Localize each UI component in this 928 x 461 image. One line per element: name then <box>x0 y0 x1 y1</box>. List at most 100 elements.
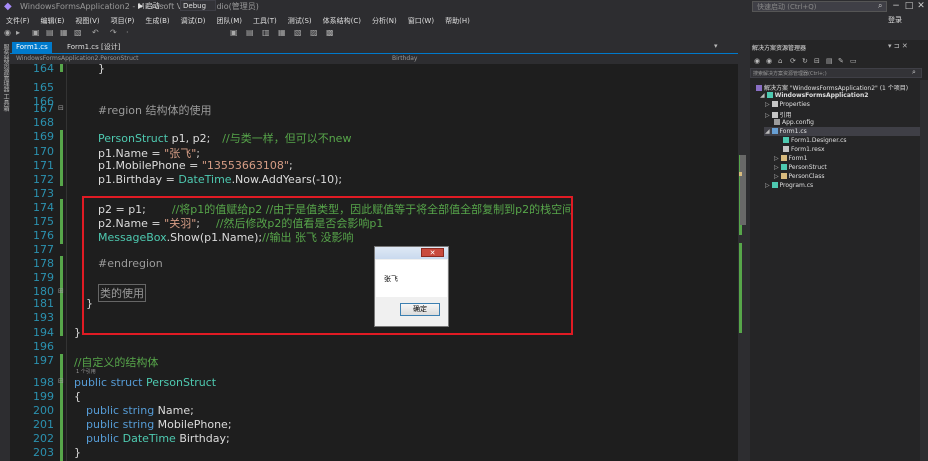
struct-icon <box>780 164 787 170</box>
menu-file[interactable]: 文件(F) <box>6 16 30 26</box>
show-all-files-icon[interactable]: ▤ <box>826 57 833 65</box>
tree-item-label: WindowsFormsApplication2 <box>774 92 869 99</box>
close-button[interactable]: ✕ <box>914 1 928 11</box>
fold-toggle-icon[interactable]: ⊟ <box>58 377 64 385</box>
code-line-172[interactable]: p1.Birthday = DateTime.Now.AddYears(-10)… <box>98 173 342 186</box>
toolbar-tool-icon[interactable]: ▣ <box>230 28 238 37</box>
solution-explorer-scrollbar[interactable] <box>920 80 928 461</box>
code-line-194[interactable]: } <box>74 326 81 339</box>
dialog-close-button[interactable]: ✕ <box>421 248 444 257</box>
toolbar-tool-icon[interactable]: ▦ <box>278 28 286 37</box>
search-icon[interactable]: ⌕ <box>912 68 916 77</box>
forward-icon[interactable]: ◉ <box>766 57 772 65</box>
tab-overflow-icon[interactable]: ▾ <box>714 42 718 50</box>
properties-icon[interactable]: ✎ <box>838 57 844 65</box>
toolbar-tool-icon[interactable]: ▧ <box>294 28 302 37</box>
dialog-ok-button[interactable]: 确定 <box>400 303 440 316</box>
code-token: .Now.AddYears(-10); <box>231 173 343 186</box>
toolbar-tool-icon[interactable]: ▤ <box>246 28 254 37</box>
sync-icon[interactable]: ⟳ <box>790 57 796 65</box>
code-line-201[interactable]: public string MobilePhone; <box>86 418 232 431</box>
code-line-171[interactable]: p1.MobilePhone = "13553663108"; <box>98 159 293 172</box>
properties-node[interactable]: ▷ Properties <box>765 101 810 108</box>
toolbar-tool-icon[interactable]: ▥ <box>262 28 270 37</box>
refresh-icon[interactable]: ↻ <box>802 57 808 65</box>
code-line-200[interactable]: public string Name; <box>86 404 194 417</box>
menu-project[interactable]: 项目(P) <box>111 16 135 26</box>
preview-icon[interactable]: ▭ <box>850 57 857 65</box>
line-number: 177 <box>33 243 54 256</box>
tab-form1-cs[interactable]: Form1.cs <box>12 42 52 53</box>
save-icon[interactable]: ▦ <box>60 28 68 37</box>
code-token: p1.MobilePhone = <box>98 159 202 172</box>
gutter-divider <box>66 64 67 461</box>
class-dropdown[interactable]: WindowsFormsApplication2.PersonStruct <box>16 55 139 62</box>
scrollbar-change-marker <box>739 243 742 333</box>
program-cs-node[interactable]: ▷ Program.cs <box>765 182 813 189</box>
form1-resx-node[interactable]: Form1.resx <box>783 146 825 153</box>
login-link[interactable]: 登录 <box>888 15 902 25</box>
form1-designer-node[interactable]: Form1.Designer.cs <box>783 137 847 144</box>
toolbar-tool-icon[interactable]: ▩ <box>326 28 334 37</box>
menu-team[interactable]: 团队(M) <box>216 16 242 26</box>
code-line-164[interactable]: } <box>98 62 105 75</box>
panel-pin-close-icon[interactable]: ▾ ⊐ ✕ <box>888 42 908 50</box>
menu-debug[interactable]: 调试(D) <box>181 16 206 26</box>
home-icon[interactable]: ⌂ <box>778 57 782 65</box>
personclass-node[interactable]: ▷ PersonClass <box>774 173 824 180</box>
line-number: 164 <box>33 62 54 75</box>
fold-toggle-icon[interactable]: ⊞ <box>58 287 64 295</box>
side-tool-strip-label[interactable]: 服务器资源管理器 工具箱 <box>1 44 10 112</box>
solution-explorer-search-input[interactable]: 搜索解决方案资源管理器(Ctrl+;) <box>750 68 922 78</box>
fold-toggle-icon[interactable]: ⊟ <box>58 104 64 112</box>
code-line-169[interactable]: PersonStruct p1, p2; //与类一样，但可以不new <box>98 130 351 146</box>
toolbar-tool-icon[interactable]: ▨ <box>310 28 318 37</box>
codelens-reference-count[interactable]: 1 个引用 <box>76 368 96 375</box>
open-icon[interactable]: ▤ <box>46 28 54 37</box>
code-line-199[interactable]: { <box>74 390 81 403</box>
menu-view[interactable]: 视图(V) <box>75 16 99 26</box>
menu-window[interactable]: 窗口(W) <box>408 16 434 26</box>
form1-cs-node[interactable]: ◢ Form1.cs <box>765 128 807 135</box>
class-icon <box>780 173 787 179</box>
collapse-all-icon[interactable]: ⊟ <box>814 57 820 65</box>
undo-icon[interactable]: ↶ <box>92 28 99 37</box>
minimize-button[interactable]: − <box>889 1 903 11</box>
form1-class-node[interactable]: ▷ Form1 <box>774 155 807 162</box>
personstruct-node[interactable]: ▷ PersonStruct <box>774 164 827 171</box>
solution-node[interactable]: 解决方案 "WindowsFormsApplication2" (1 个项目) <box>756 83 908 92</box>
line-number: 173 <box>33 187 54 200</box>
expand-arrow-icon[interactable]: ◢ <box>760 92 767 99</box>
scrollbar-thumb[interactable] <box>740 155 746 225</box>
csharp-file-icon <box>771 182 778 188</box>
back-icon[interactable]: ◉ <box>4 28 11 37</box>
member-dropdown[interactable]: Birthday <box>392 55 417 62</box>
references-node[interactable]: ▷ 引用 <box>765 110 792 119</box>
code-line-202[interactable]: public DateTime Birthday; <box>86 432 230 445</box>
forward-icon[interactable]: ▸ <box>16 28 20 37</box>
quick-launch-input[interactable]: 快速启动 (Ctrl+Q) <box>752 1 887 12</box>
code-line-167[interactable]: #region 结构体的使用 <box>98 102 212 118</box>
menu-test[interactable]: 测试(S) <box>288 16 312 26</box>
line-number: 200 <box>33 404 54 417</box>
search-icon[interactable]: ⌕ <box>878 1 882 11</box>
menu-help[interactable]: 帮助(H) <box>445 16 470 26</box>
save-all-icon[interactable]: ▧ <box>74 28 82 37</box>
new-project-icon[interactable]: ▣ <box>32 28 40 37</box>
menu-analyze[interactable]: 分析(N) <box>372 16 397 26</box>
code-line-203[interactable]: } <box>74 446 81 459</box>
back-icon[interactable]: ◉ <box>754 57 760 65</box>
menu-architecture[interactable]: 体系结构(C) <box>323 16 361 26</box>
start-debugging-button[interactable]: ▶ 启动 · <box>138 1 164 11</box>
code-type: DateTime <box>178 173 232 186</box>
code-line-198[interactable]: public struct PersonStruct <box>74 376 216 389</box>
tree-item-label: Form1.Designer.cs <box>791 137 847 144</box>
app-config-node[interactable]: App.config <box>774 119 814 126</box>
project-node[interactable]: ◢ WindowsFormsApplication2 <box>760 92 868 99</box>
menu-edit[interactable]: 编辑(E) <box>41 16 65 26</box>
tab-form1-design[interactable]: Form1.cs [设计] <box>63 42 125 53</box>
menu-build[interactable]: 生成(B) <box>145 16 169 26</box>
redo-icon[interactable]: ↷ <box>110 28 117 37</box>
menu-tools[interactable]: 工具(T) <box>253 16 277 26</box>
solution-configuration-select[interactable]: Debug <box>180 0 216 11</box>
